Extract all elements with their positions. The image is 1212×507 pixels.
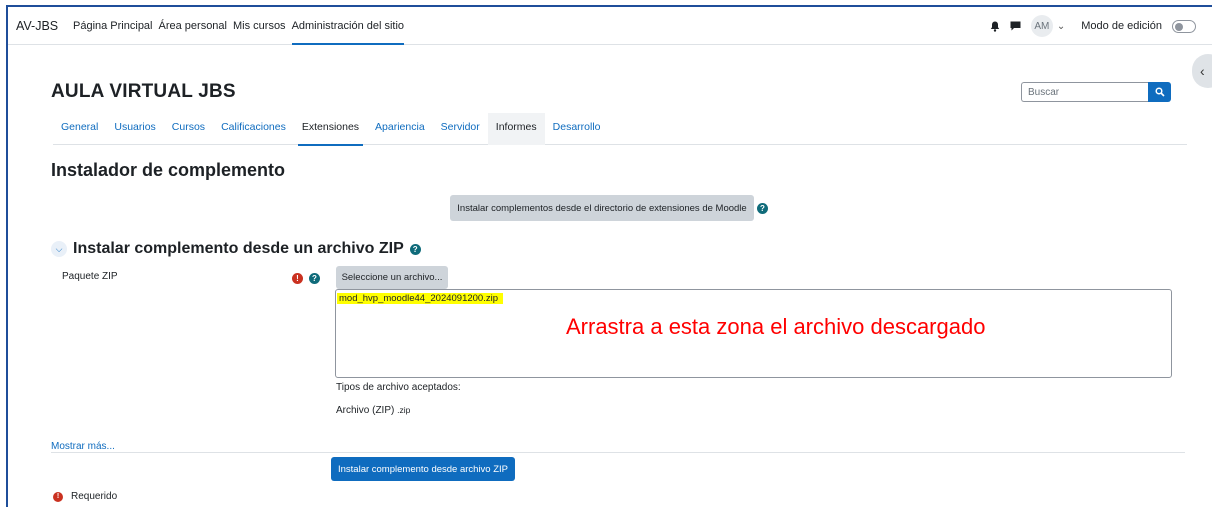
nav-link-site-admin[interactable]: Administración del sitio [289,7,408,45]
nav-link-dashboard[interactable]: Área personal [156,7,231,45]
tab-grades[interactable]: Calificaciones [213,113,294,145]
navbar-user-area: AM ⌄ Modo de edición [990,7,1196,45]
tab-appearance[interactable]: Apariencia [367,113,433,145]
help-icon[interactable]: ? [409,243,421,255]
install-from-directory-button[interactable]: Instalar complementos desde el directori… [450,195,754,221]
accepted-type-ext: .zip [397,405,411,415]
site-title: AULA VIRTUAL JBS [51,81,236,102]
file-dropzone[interactable]: mod_hvp_moodle44_2024091200.zip Arrastra… [335,289,1172,378]
zip-package-label: Paquete ZIP [62,271,118,282]
tab-users[interactable]: Usuarios [106,113,163,145]
nav-link-my-courses[interactable]: Mis cursos [230,7,289,45]
dropzone-hint: Arrastra a esta zona el archivo descarga… [566,314,986,339]
show-more-link[interactable]: Mostrar más... [51,441,115,452]
primary-navigation: Página Principal Área personal Mis curso… [70,7,407,45]
section-title: Instalar complemento desde un archivo ZI… [73,240,404,257]
search-box [1021,82,1171,102]
divider [51,452,1185,453]
top-navbar: AV-JBS Página Principal Área personal Mi… [8,7,1212,45]
avatar[interactable]: AM [1030,15,1053,37]
install-zip-button[interactable]: Instalar complemento desde archivo ZIP [331,457,515,481]
tab-courses[interactable]: Cursos [164,113,213,145]
chat-icon[interactable] [1010,21,1021,31]
selected-file-name[interactable]: mod_hvp_moodle44_2024091200.zip [337,293,503,304]
chevron-left-icon: ‹ [1200,63,1205,79]
accepted-types-label: Tipos de archivo aceptados: [336,382,461,393]
edit-mode-label: Modo de edición [1081,20,1162,32]
accepted-type-item: Archivo (ZIP) .zip [336,405,410,416]
required-icon: ! [53,491,63,502]
search-button[interactable] [1148,82,1171,102]
choose-file-button[interactable]: Seleccione un archivo... [336,266,448,289]
tab-plugins[interactable]: Extensiones [294,113,367,146]
tab-development[interactable]: Desarrollo [545,113,609,145]
search-input[interactable] [1021,82,1148,102]
chevron-down-icon[interactable]: ⌄ [1057,21,1065,32]
zip-section-header: ⌵ Instalar complemento desde un archivo … [51,240,421,258]
bell-icon[interactable] [990,21,1000,32]
required-label: Requerido [71,491,118,502]
edit-mode-toggle[interactable] [1172,19,1196,33]
chevron-down-icon[interactable]: ⌵ [51,241,67,257]
nav-link-home[interactable]: Página Principal [70,7,156,45]
search-icon [1154,87,1165,97]
admin-tabs: General Usuarios Cursos Calificaciones E… [53,113,1187,146]
help-icon[interactable]: ? [757,203,768,214]
tab-general[interactable]: General [53,113,106,145]
page-title: Instalador de complemento [51,160,286,180]
help-icon[interactable]: ? [309,273,320,284]
required-legend: ! Requerido [53,491,117,502]
required-icon: ! [292,273,303,284]
tab-reports[interactable]: Informes [487,113,545,145]
accepted-type-name: Archivo (ZIP) [336,405,395,416]
tab-server[interactable]: Servidor [433,113,488,145]
site-brand[interactable]: AV-JBS [16,19,58,33]
